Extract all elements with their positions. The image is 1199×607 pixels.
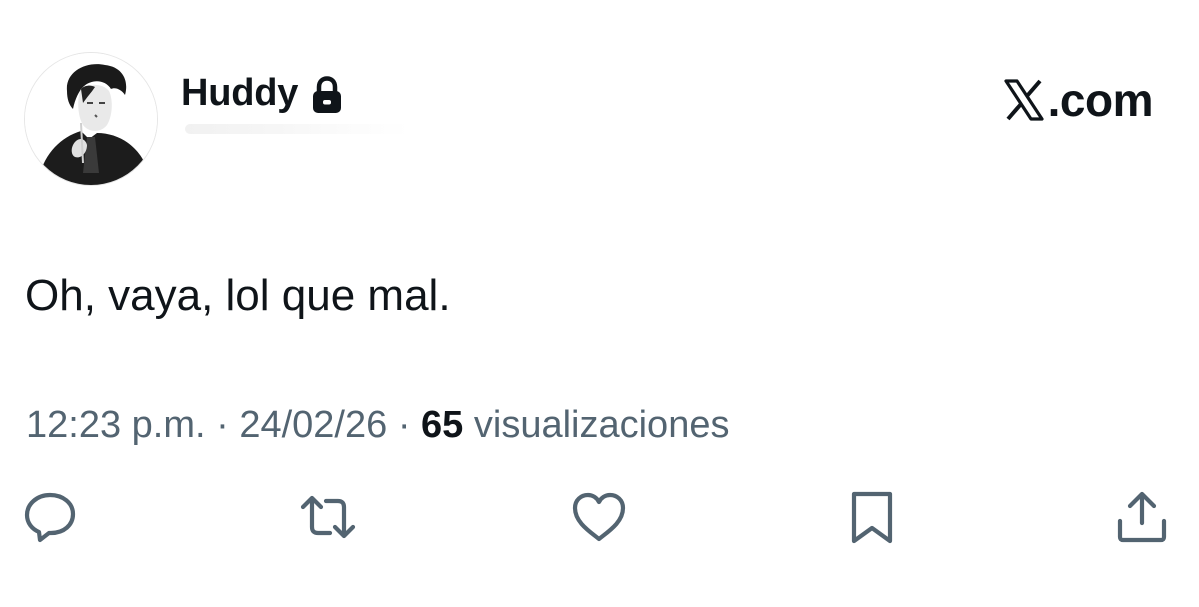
retweet-icon <box>300 495 356 539</box>
tweet-card: Huddy .com Oh, vaya, lol que mal. 12:23 … <box>0 0 1199 607</box>
reply-button[interactable] <box>18 485 82 549</box>
author-name-row: Huddy <box>181 68 344 118</box>
bookmark-button[interactable] <box>840 485 904 549</box>
share-icon <box>1117 491 1167 543</box>
avatar[interactable] <box>24 52 158 186</box>
views-count: 65 <box>421 404 464 446</box>
views-label: visualizaciones <box>473 404 730 446</box>
author-display-name[interactable]: Huddy <box>181 72 298 115</box>
meta-separator: · <box>216 404 229 446</box>
bookmark-icon <box>851 491 893 544</box>
brand-watermark: .com <box>1002 72 1154 128</box>
handle-redacted <box>185 124 410 134</box>
like-icon <box>572 492 626 542</box>
brand-domain-text: .com <box>1047 74 1154 126</box>
x-logo-icon <box>1002 78 1046 122</box>
retweet-button[interactable] <box>296 485 360 549</box>
share-button[interactable] <box>1110 485 1174 549</box>
action-bar <box>0 485 1199 555</box>
tweet-meta: 12:23 p.m. · 24/02/26 · 65 visualizacion… <box>26 400 729 450</box>
tweet-time[interactable]: 12:23 p.m. <box>26 404 206 446</box>
meta-separator: · <box>397 404 411 446</box>
reply-icon <box>24 492 76 543</box>
tweet-date[interactable]: 24/02/26 <box>239 404 387 446</box>
like-button[interactable] <box>567 485 631 549</box>
lock-icon <box>310 75 344 115</box>
profile-photo <box>25 53 157 185</box>
tweet-text: Oh, vaya, lol que mal. <box>25 271 451 320</box>
